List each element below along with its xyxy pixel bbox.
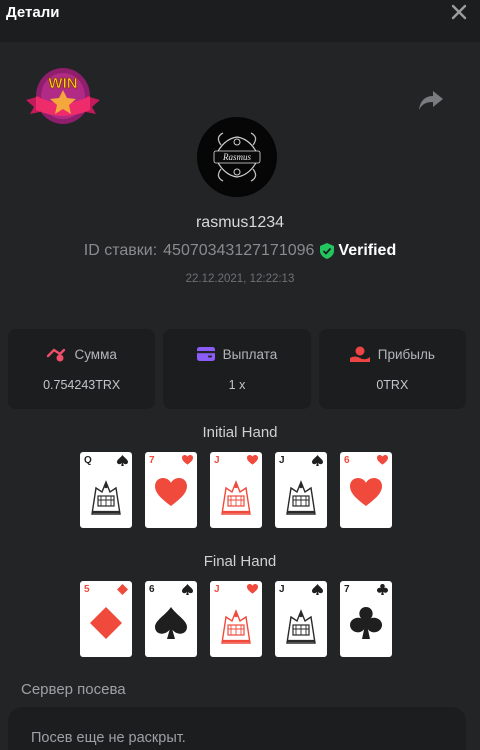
- verified-label: Verified: [338, 242, 397, 259]
- face-card-figure-icon: [91, 480, 121, 515]
- heart-suit-icon: [247, 584, 258, 594]
- final-hand-title: Final Hand: [203, 553, 277, 570]
- stat-amount-value: 0.754243TRX: [43, 378, 121, 392]
- username: rasmus1234: [195, 214, 285, 231]
- diamond-suit-icon: [90, 607, 122, 639]
- card-rank: 7: [344, 584, 350, 595]
- initial-hand-cards: Q 7 J J 6: [80, 452, 394, 528]
- playing-card: 6: [340, 452, 392, 528]
- card-rank: 6: [149, 584, 155, 595]
- svg-text:Rasmus: Rasmus: [222, 152, 251, 162]
- playing-card: 7: [145, 452, 197, 528]
- bet-datetime: 22.12.2021, 12:22:13: [185, 273, 295, 285]
- card-center: [153, 603, 189, 645]
- server-seed-label: Сервер посева: [21, 681, 126, 698]
- avatar: Rasmus: [197, 117, 277, 197]
- stat-payout: Выплата 1 x: [163, 329, 311, 409]
- club-suit-icon: [350, 607, 382, 639]
- card-rank: J: [279, 584, 285, 595]
- face-card-figure-icon: [286, 480, 316, 515]
- diamond-suit-icon: [117, 584, 128, 595]
- spade-suit-icon: [155, 607, 187, 639]
- stat-payout-value: 1 x: [228, 377, 246, 392]
- stat-payout-label: Выплата: [222, 346, 278, 362]
- card-rank: 7: [149, 455, 155, 466]
- playing-card: J: [275, 581, 327, 657]
- stats-row: Сумма 0.754243TRX Выплата 1 x Прибыль 0T…: [8, 329, 466, 409]
- server-seed-box: Посев еще не раскрыт.: [8, 707, 466, 750]
- bet-id-row: ID ставки: 450703431271710​96 Verified: [0, 242, 480, 260]
- playing-card: 6: [145, 581, 197, 657]
- final-hand-cards: 5 6 J J 7: [80, 581, 394, 657]
- spade-suit-icon: [312, 455, 323, 466]
- sum-icon: [47, 348, 66, 362]
- stat-profit-label: Прибыль: [377, 346, 435, 362]
- card-center: [348, 474, 384, 516]
- bet-id-value: 450703431271710​96: [163, 242, 315, 259]
- card-rank: J: [279, 455, 285, 466]
- close-icon[interactable]: [448, 1, 470, 23]
- card-center: [88, 603, 124, 645]
- svg-text:WIN: WIN: [48, 75, 77, 92]
- win-badge-icon: WIN: [26, 68, 100, 124]
- wallet-icon: [196, 347, 215, 361]
- heart-suit-icon: [247, 455, 258, 465]
- card-center: [88, 474, 124, 516]
- card-rank: 6: [344, 455, 350, 466]
- page-title: Детали: [6, 3, 60, 21]
- playing-card: J: [210, 581, 262, 657]
- heart-suit-icon: [350, 478, 382, 506]
- heart-suit-icon: [155, 478, 187, 506]
- card-center: [348, 603, 384, 645]
- heart-suit-icon: [377, 455, 388, 465]
- avatar-logo-icon: Rasmus: [199, 119, 275, 195]
- card-rank: 5: [84, 584, 90, 595]
- card-center: [283, 603, 319, 645]
- heart-suit-icon: [182, 455, 193, 465]
- face-card-figure-icon: [221, 480, 251, 515]
- bet-id-label: ID ставки:: [83, 242, 158, 259]
- card-center: [153, 474, 189, 516]
- club-suit-icon: [377, 584, 388, 595]
- card-center: [218, 474, 254, 516]
- stat-profit: Прибыль 0TRX: [318, 329, 466, 409]
- stat-amount-label: Сумма: [74, 346, 117, 362]
- card-rank: J: [214, 455, 220, 466]
- spade-suit-icon: [117, 455, 128, 466]
- face-card-figure-icon: [221, 609, 251, 644]
- share-icon[interactable]: [418, 88, 444, 112]
- spade-suit-icon: [312, 584, 323, 595]
- shield-check-icon: [320, 243, 335, 259]
- initial-hand-title: Initial Hand: [202, 424, 278, 441]
- stat-amount: Сумма 0.754243TRX: [8, 329, 156, 409]
- card-rank: J: [214, 584, 220, 595]
- title-bar: Детали: [0, 0, 480, 42]
- card-center: [283, 474, 319, 516]
- card-rank: Q: [84, 455, 92, 466]
- stat-profit-value: 0TRX: [376, 378, 409, 392]
- profit-icon: [349, 346, 370, 362]
- server-seed-text: Посев еще не раскрыт.: [31, 730, 186, 746]
- card-center: [218, 603, 254, 645]
- playing-card: Q: [80, 452, 132, 528]
- playing-card: J: [210, 452, 262, 528]
- verified-badge: Verified: [320, 242, 396, 260]
- playing-card: 7: [340, 581, 392, 657]
- playing-card: 5: [80, 581, 132, 657]
- spade-suit-icon: [182, 584, 193, 595]
- face-card-figure-icon: [286, 609, 316, 644]
- playing-card: J: [275, 452, 327, 528]
